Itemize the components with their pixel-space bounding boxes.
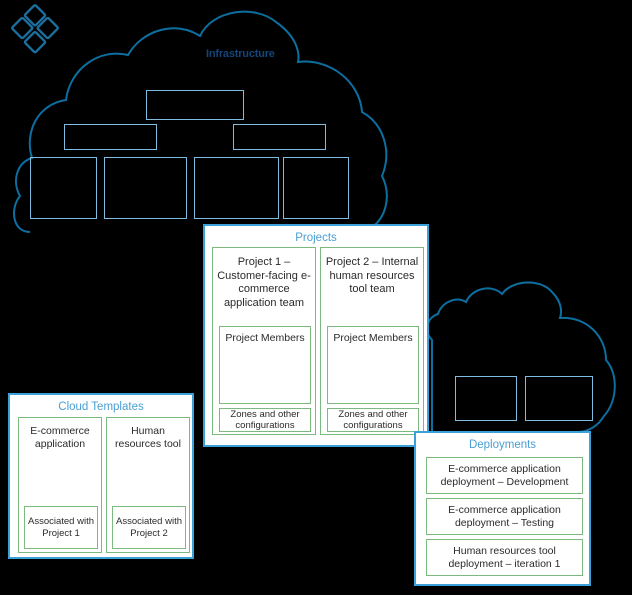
cloud-template-association-box-2: Associated with Project 2 xyxy=(112,506,186,549)
project-members-box-1: Project Members xyxy=(219,326,311,404)
deployment-card[interactable]: E-commerce application deployment – Deve… xyxy=(426,457,583,494)
project-card-2[interactable]: Project 2 – Internal human resources too… xyxy=(320,247,424,435)
projects-panel: Projects Project 1 – Customer-facing e-c… xyxy=(203,224,429,447)
cloud-templates-panel: Cloud Templates E-commerce application A… xyxy=(8,393,194,559)
infrastructure-label: Infrastructure xyxy=(206,48,275,60)
project-members-box-2: Project Members xyxy=(327,326,419,404)
project-zones-label-1: Zones and other configurations xyxy=(230,409,300,431)
infra-box-bottom-4 xyxy=(283,157,349,219)
cloud-template-association-label-2: Associated with Project 2 xyxy=(115,516,182,539)
infra-box-bottom-1 xyxy=(30,157,97,219)
project-zones-label-2: Zones and other configurations xyxy=(338,409,408,431)
cloud-template-association-box-1: Associated with Project 1 xyxy=(24,506,98,549)
blueprint-stack-icon-slot-2 xyxy=(107,460,189,504)
cloud-template-association-label-1: Associated with Project 1 xyxy=(27,516,94,539)
projects-panel-title: Projects xyxy=(295,232,337,244)
diagram-canvas: Infrastructure Projects Project 1 – Cust… xyxy=(0,0,632,595)
cloud-template-card-2-title: Human resources tool xyxy=(115,425,181,450)
infra-box-top xyxy=(146,90,244,120)
project-card-2-title: Project 2 – Internal human resources too… xyxy=(325,256,419,295)
cloud-template-card-1-title: E-commerce application xyxy=(30,425,90,450)
project-zones-box-2: Zones and other configurations xyxy=(327,408,419,432)
cloud2-box-1 xyxy=(455,376,517,421)
infra-box-bottom-3 xyxy=(194,157,279,219)
cloud2-box-2 xyxy=(525,376,593,421)
project-members-label-2: Project Members xyxy=(333,332,413,344)
project-card-1-title: Project 1 – Customer-facing e-commerce a… xyxy=(217,256,311,309)
deployments-panel-title: Deployments xyxy=(468,439,537,451)
deployment-card[interactable]: E-commerce application deployment – Test… xyxy=(426,498,583,535)
deployment-card-label: E-commerce application deployment – Deve… xyxy=(440,462,569,488)
deployment-card-label: E-commerce application deployment – Test… xyxy=(448,503,561,529)
cloud-template-card-2[interactable]: Human resources tool Associated with Pro… xyxy=(106,417,190,553)
infra-box-mid-right xyxy=(233,124,326,150)
cloud-templates-panel-title: Cloud Templates xyxy=(58,401,144,413)
infra-box-bottom-2 xyxy=(104,157,187,219)
deployments-panel: Deployments E-commerce application deplo… xyxy=(414,431,591,586)
project-members-label-1: Project Members xyxy=(225,332,305,344)
project-card-1[interactable]: Project 1 – Customer-facing e-commerce a… xyxy=(212,247,316,435)
vmware-clover-logo xyxy=(11,4,59,54)
infra-box-mid-left xyxy=(64,124,157,150)
project-zones-box-1: Zones and other configurations xyxy=(219,408,311,432)
blueprint-stack-icon-slot-1 xyxy=(19,460,101,504)
deployment-card-label: Human resources tool deployment – iterat… xyxy=(448,544,561,570)
deployment-card[interactable]: Human resources tool deployment – iterat… xyxy=(426,539,583,576)
cloud-template-card-1[interactable]: E-commerce application Associated with P… xyxy=(18,417,102,553)
